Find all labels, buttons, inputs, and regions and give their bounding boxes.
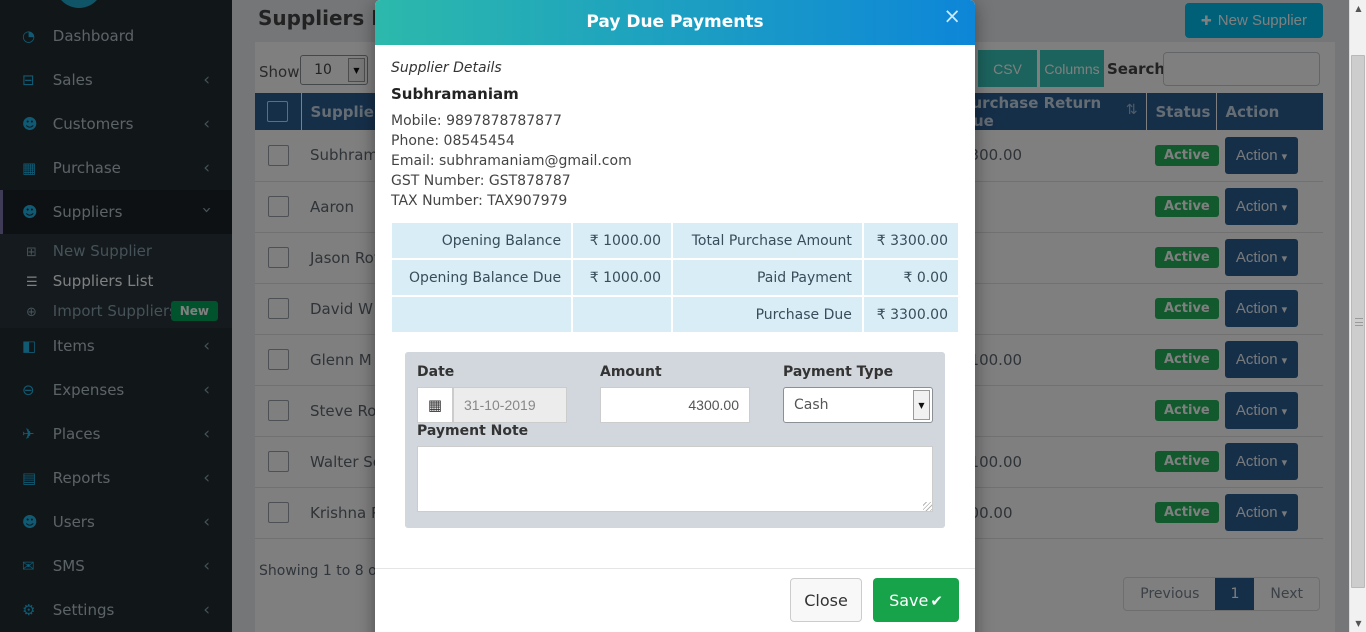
date-input[interactable] (453, 387, 567, 423)
summary-row: Opening Balance Due ₹ 1000.00 Paid Payme… (392, 260, 958, 295)
calendar-icon[interactable]: ▦ (417, 387, 453, 423)
payment-type-value: Cash (784, 388, 910, 422)
amount-input[interactable] (600, 387, 750, 423)
payment-note-label: Payment Note (417, 423, 528, 439)
screen: ◔ Dashboard ⊟ Sales ‹ ☻ Customers ‹ ▦ Pu… (0, 0, 1366, 632)
check-icon: ✔ (930, 592, 943, 610)
amount-label: Amount (600, 364, 662, 380)
supplier-mobile: Mobile: 9897878787877 (391, 111, 632, 131)
scroll-up-arrow-icon[interactable]: ▲ (1350, 0, 1366, 17)
vertical-scrollbar[interactable]: ▲ ▼ (1349, 0, 1366, 632)
save-button[interactable]: Save✔ (873, 578, 959, 622)
scrollbar-grip-icon (1355, 318, 1363, 326)
payment-type-select[interactable]: Cash ▼ (783, 387, 933, 423)
modal-title: Pay Due Payments (375, 0, 975, 45)
summary-label: Paid Payment (673, 260, 862, 295)
payment-type-label: Payment Type (783, 364, 893, 380)
modal-header: Pay Due Payments × (375, 0, 975, 45)
balance-summary-table: Opening Balance ₹ 1000.00 Total Purchase… (390, 221, 960, 334)
modal-footer-divider (375, 568, 975, 569)
close-button[interactable]: Close (790, 578, 862, 622)
supplier-email: Email: subhramaniam@gmail.com (391, 151, 632, 171)
summary-label: Total Purchase Amount (673, 223, 862, 258)
summary-value: ₹ 3300.00 (864, 223, 958, 258)
supplier-name: Subhramaniam (391, 85, 632, 103)
supplier-phone: Phone: 08545454 (391, 131, 632, 151)
select-arrow-icon: ▼ (913, 390, 930, 420)
summary-label: Purchase Due (673, 297, 862, 332)
scroll-down-arrow-icon[interactable]: ▼ (1350, 615, 1366, 632)
summary-value: ₹ 3300.00 (864, 297, 958, 332)
supplier-details-heading: Supplier Details (391, 60, 632, 76)
supplier-details: Supplier Details Subhramaniam Mobile: 98… (391, 60, 632, 211)
scrollbar-thumb[interactable] (1351, 55, 1365, 588)
summary-row: Opening Balance ₹ 1000.00 Total Purchase… (392, 223, 958, 258)
summary-value: ₹ 1000.00 (573, 223, 671, 258)
summary-value: ₹ 0.00 (864, 260, 958, 295)
summary-label: Opening Balance (392, 223, 571, 258)
payment-note-textarea[interactable] (417, 446, 933, 512)
summary-label (392, 297, 571, 332)
supplier-gst: GST Number: GST878787 (391, 171, 632, 191)
summary-value: ₹ 1000.00 (573, 260, 671, 295)
summary-row: Purchase Due ₹ 3300.00 (392, 297, 958, 332)
supplier-tax: TAX Number: TAX907979 (391, 191, 632, 211)
summary-label: Opening Balance Due (392, 260, 571, 295)
pay-due-payments-modal: Pay Due Payments × Supplier Details Subh… (375, 0, 975, 632)
payment-form-panel: Date Amount Payment Type ▦ Cash ▼ Paymen… (405, 352, 945, 528)
date-label: Date (417, 364, 454, 380)
resize-grip-icon[interactable] (923, 502, 932, 511)
close-icon[interactable]: × (943, 4, 961, 28)
summary-value (573, 297, 671, 332)
